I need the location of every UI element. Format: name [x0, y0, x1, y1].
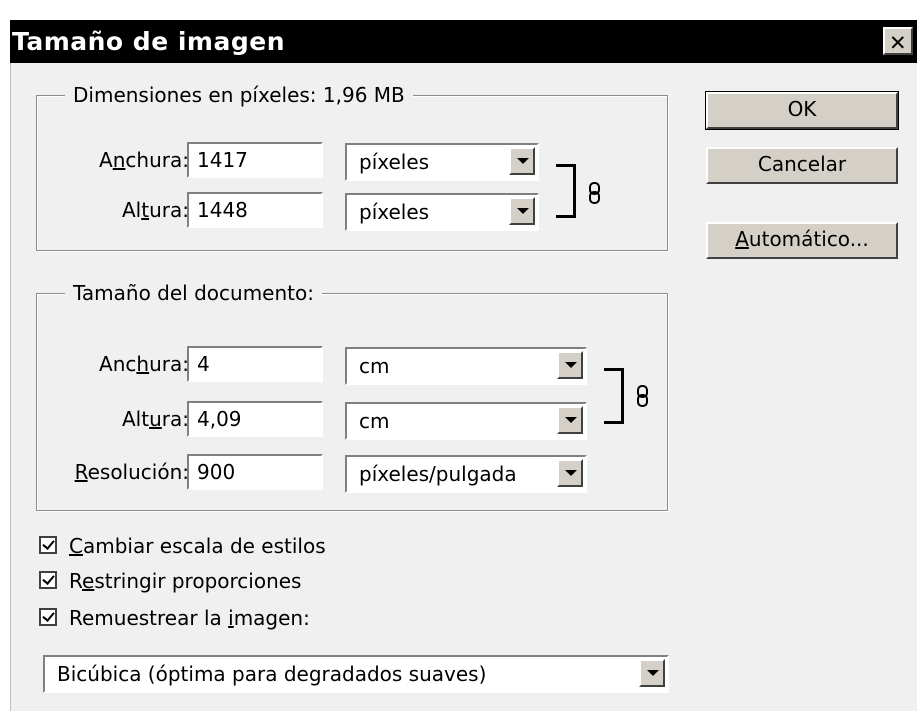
doc-width-label: Anchura:: [99, 352, 189, 376]
pixel-width-label: Anchura:: [99, 148, 189, 172]
dialog-body: Dimensiones en píxeles: 1,96 MB Anchura:…: [10, 63, 917, 711]
title-bar: Tamaño de imagen ✕: [10, 20, 917, 63]
chain-link-icon: [637, 385, 648, 407]
pixel-height-unit-select[interactable]: píxeles: [345, 193, 539, 231]
scale-styles-label: Cambiar escala de estilos: [69, 534, 326, 558]
pixel-dimensions-group: Dimensiones en píxeles: 1,96 MB Anchura:…: [36, 82, 668, 251]
chevron-down-icon[interactable]: [557, 351, 583, 379]
doc-height-label: Altura:: [122, 407, 189, 431]
pixel-height-label: Altura:: [122, 198, 189, 222]
chain-link-icon: [589, 182, 600, 204]
doc-width-input[interactable]: 4: [187, 346, 323, 382]
image-size-dialog: Tamaño de imagen ✕ Dimensiones en píxele…: [0, 0, 917, 711]
chevron-down-icon[interactable]: [509, 197, 535, 225]
resolution-input[interactable]: 900: [187, 454, 323, 490]
pixel-width-unit-select[interactable]: píxeles: [345, 143, 539, 181]
dialog-title: Tamaño de imagen: [12, 27, 285, 56]
resample-image-checkbox[interactable]: [39, 608, 57, 626]
constrain-bracket: [604, 368, 624, 424]
chevron-down-icon[interactable]: [557, 459, 583, 487]
chevron-down-icon[interactable]: [509, 147, 535, 175]
constrain-bracket: [556, 164, 576, 218]
cancel-button[interactable]: Cancelar: [706, 147, 898, 184]
chevron-down-icon[interactable]: [557, 406, 583, 434]
auto-button[interactable]: Automático...: [706, 222, 898, 259]
resample-image-label: Remuestrear la imagen:: [69, 606, 310, 630]
doc-width-unit-select[interactable]: cm: [345, 347, 587, 385]
chevron-down-icon[interactable]: [639, 659, 665, 687]
constrain-proportions-label: Restringir proporciones: [69, 569, 302, 593]
close-icon[interactable]: ✕: [883, 27, 913, 55]
resample-method-select[interactable]: Bicúbica (óptima para degradados suaves): [43, 655, 669, 693]
doc-height-unit-select[interactable]: cm: [345, 402, 587, 440]
scale-styles-checkbox[interactable]: [39, 536, 57, 554]
document-size-group: Tamaño del documento: Anchura: 4 cm Altu…: [36, 280, 668, 511]
ok-button[interactable]: OK: [705, 91, 899, 130]
resolution-label: Resolución:: [74, 460, 189, 484]
doc-height-input[interactable]: 4,09: [187, 401, 323, 437]
document-size-legend: Tamaño del documento:: [65, 280, 322, 306]
constrain-proportions-checkbox[interactable]: [39, 571, 57, 589]
pixel-height-input[interactable]: 1448: [187, 192, 323, 228]
pixel-dimensions-legend: Dimensiones en píxeles: 1,96 MB: [65, 82, 413, 108]
pixel-width-input[interactable]: 1417: [187, 142, 323, 178]
resolution-unit-select[interactable]: píxeles/pulgada: [345, 455, 587, 493]
